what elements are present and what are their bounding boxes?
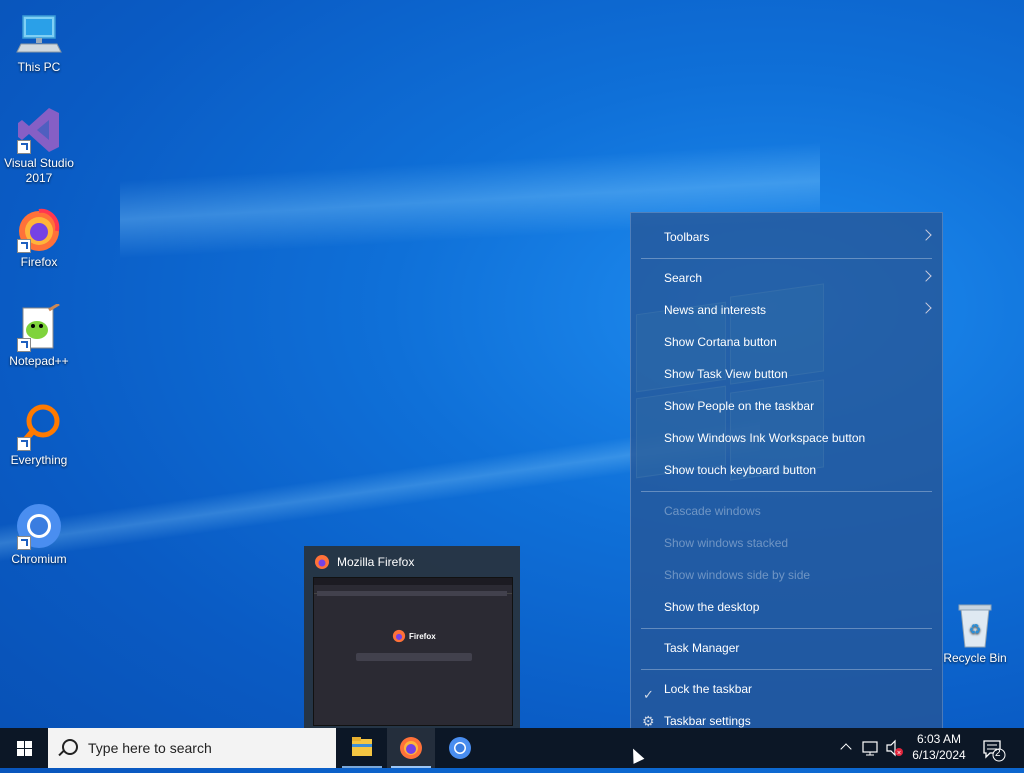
menu-item-show-windows-stacked: Show windows stacked	[631, 529, 942, 557]
taskbar-search-box[interactable]: Type here to search	[48, 728, 336, 768]
volume-muted-icon: ×	[886, 739, 903, 757]
clock-date: 6/13/2024	[912, 748, 966, 762]
checkmark-icon: ✓	[643, 687, 654, 702]
clock-time: 6:03 AM	[916, 732, 962, 746]
chromium-icon	[15, 502, 63, 550]
chevron-right-icon	[920, 270, 932, 282]
menu-item-show-people[interactable]: Show People on the taskbar	[631, 392, 942, 420]
show-hidden-icons-button[interactable]	[838, 728, 856, 768]
preview-firefox-brand: Firefox	[392, 629, 436, 643]
visual-studio-icon	[15, 106, 63, 154]
menu-item-label: Show Windows Ink Workspace button	[664, 431, 866, 445]
chevron-right-icon	[920, 229, 932, 241]
desktop-icon-label: Everything	[10, 453, 68, 467]
chevron-up-icon	[840, 743, 852, 755]
preview-brand-text: Firefox	[409, 631, 436, 641]
menu-item-label: Show Cortana button	[664, 335, 777, 349]
notification-count-badge: 2	[995, 748, 1001, 759]
menu-item-label: Show People on the taskbar	[664, 399, 815, 413]
desktop-icon-label: Firefox	[20, 255, 58, 269]
menu-separator	[641, 491, 932, 492]
shortcut-arrow-icon	[17, 437, 31, 451]
menu-separator	[641, 628, 932, 629]
chevron-right-icon	[920, 302, 932, 314]
desktop-icon-label: Chromium	[11, 552, 67, 566]
notepad-plus-plus-icon	[15, 302, 63, 352]
notification-icon	[983, 740, 1006, 762]
menu-item-show-windows-ink[interactable]: Show Windows Ink Workspace button	[631, 424, 942, 452]
action-center-button[interactable]: 2	[980, 728, 1008, 768]
menu-item-show-the-desktop[interactable]: Show the desktop	[631, 593, 942, 621]
taskbar-chromium[interactable]	[436, 728, 484, 768]
desktop-icon-chromium[interactable]: Chromium	[1, 502, 77, 567]
menu-item-search[interactable]: Search	[631, 264, 942, 292]
preview-search-bar	[356, 653, 472, 661]
network-icon	[862, 741, 878, 756]
firefox-icon	[392, 629, 406, 643]
desktop-icon-recycle-bin[interactable]: ♻ Recycle Bin	[937, 601, 1013, 666]
desktop-icon-firefox[interactable]: Firefox	[1, 205, 77, 270]
menu-separator	[641, 258, 932, 259]
menu-item-show-cortana-button[interactable]: Show Cortana button	[631, 328, 942, 356]
menu-item-label: Lock the taskbar	[664, 682, 753, 696]
search-placeholder: Type here to search	[88, 740, 212, 756]
preview-window-snapshot: Firefox	[313, 577, 513, 726]
menu-item-news-and-interests[interactable]: News and interests	[631, 296, 942, 324]
menu-item-show-windows-side-by-side: Show windows side by side	[631, 561, 942, 589]
network-icon-button[interactable]	[860, 728, 882, 768]
firefox-icon	[400, 737, 422, 759]
menu-item-label: Show Task View button	[664, 367, 788, 381]
taskbar: Type here to search × 6:03 AM 6/13/2024 …	[0, 728, 1024, 768]
file-explorer-icon	[352, 737, 372, 756]
shortcut-arrow-icon	[17, 140, 31, 154]
menu-item-label: Search	[664, 271, 703, 285]
svg-text:×: ×	[896, 750, 901, 757]
shortcut-arrow-icon	[17, 536, 31, 550]
firefox-icon	[315, 555, 329, 569]
desktop-icon-notepad-plus-plus[interactable]: Notepad++	[1, 302, 77, 369]
menu-item-label: Show windows stacked	[664, 536, 789, 550]
menu-item-label: Toolbars	[664, 230, 710, 244]
svg-text:♻: ♻	[969, 621, 982, 637]
windows-logo-icon	[17, 741, 24, 748]
menu-item-label: Cascade windows	[664, 504, 761, 518]
preview-title: Mozilla Firefox	[314, 554, 414, 570]
desktop-icon-label: Visual Studio 2017	[4, 156, 74, 185]
desktop-icon-label: Notepad++	[9, 354, 69, 368]
chromium-icon	[449, 737, 471, 759]
recycle-bin-icon: ♻	[951, 601, 999, 649]
firefox-icon	[15, 205, 63, 253]
menu-item-cascade-windows: Cascade windows	[631, 497, 942, 525]
menu-item-label: Show touch keyboard button	[664, 463, 817, 477]
search-icon	[62, 739, 78, 755]
volume-icon-button[interactable]: ×	[884, 728, 906, 768]
taskbar-clock[interactable]: 6:03 AM 6/13/2024	[906, 731, 972, 763]
menu-item-label: News and interests	[664, 303, 767, 317]
menu-item-toolbars[interactable]: Toolbars	[631, 223, 942, 251]
desktop-icon-label: Recycle Bin	[943, 651, 1007, 665]
this-pc-icon	[15, 10, 63, 58]
desktop-icon-visual-studio[interactable]: Visual Studio 2017	[1, 106, 77, 186]
preview-title-text: Mozilla Firefox	[337, 555, 415, 569]
everything-search-icon	[15, 403, 63, 451]
taskbar-context-menu: Toolbars Search News and interests Show …	[630, 212, 943, 746]
desktop-icon-label: This PC	[17, 60, 61, 74]
start-button[interactable]	[0, 728, 48, 768]
menu-item-show-task-view-button[interactable]: Show Task View button	[631, 360, 942, 388]
desktop-icon-everything[interactable]: Everything	[1, 403, 77, 468]
menu-separator	[641, 669, 932, 670]
desktop-icon-this-pc[interactable]: This PC	[1, 10, 77, 75]
taskbar-file-explorer[interactable]	[338, 728, 386, 768]
taskbar-firefox[interactable]	[387, 728, 435, 768]
taskbar-thumbnail-preview[interactable]: Mozilla Firefox Firefox	[304, 546, 520, 728]
menu-item-show-touch-keyboard[interactable]: Show touch keyboard button	[631, 456, 942, 484]
menu-item-label: Show the desktop	[664, 600, 760, 614]
shortcut-arrow-icon	[17, 338, 31, 352]
menu-item-label: Show windows side by side	[664, 568, 811, 582]
menu-item-label: Task Manager	[664, 641, 740, 655]
menu-item-task-manager[interactable]: Task Manager	[631, 634, 942, 662]
menu-item-lock-the-taskbar[interactable]: ✓ Lock the taskbar	[631, 675, 942, 703]
shortcut-arrow-icon	[17, 239, 31, 253]
